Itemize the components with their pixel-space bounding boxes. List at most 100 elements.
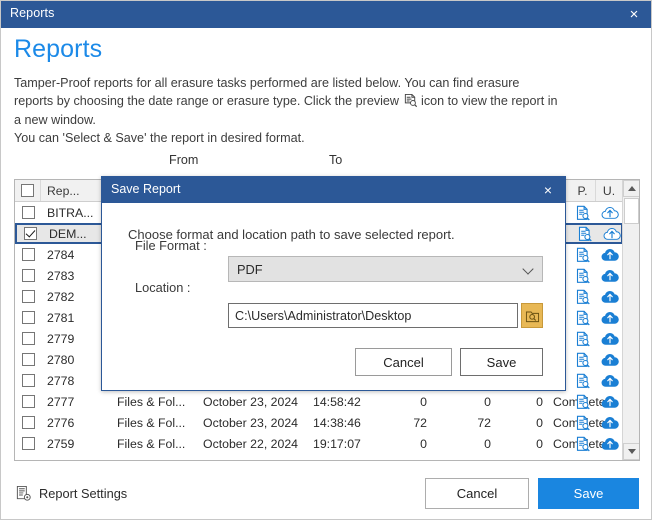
cell-p[interactable] bbox=[570, 265, 596, 286]
cell-p[interactable] bbox=[570, 349, 596, 370]
cell-type: Files & Fol... bbox=[117, 436, 186, 451]
cell-u[interactable] bbox=[596, 307, 623, 328]
report-settings-button[interactable]: Report Settings bbox=[15, 482, 127, 504]
cloud-upload-icon bbox=[601, 206, 619, 219]
cell-u[interactable] bbox=[596, 433, 623, 454]
table-header-u[interactable]: U. bbox=[596, 180, 623, 201]
cell-p[interactable] bbox=[570, 286, 596, 307]
preview-icon bbox=[576, 373, 590, 388]
cell-p[interactable] bbox=[570, 328, 596, 349]
row-checkbox[interactable] bbox=[21, 374, 35, 387]
cell-check[interactable] bbox=[15, 244, 41, 265]
to-label: To bbox=[329, 153, 343, 167]
cell-p[interactable] bbox=[572, 225, 598, 242]
cell-check[interactable] bbox=[15, 349, 41, 370]
cell-p[interactable] bbox=[570, 391, 596, 412]
row-checkbox[interactable] bbox=[21, 395, 35, 408]
preview-icon bbox=[576, 415, 590, 430]
scroll-down-button[interactable] bbox=[623, 443, 639, 460]
cloud-upload-icon bbox=[603, 227, 621, 240]
cell-u[interactable] bbox=[596, 244, 623, 265]
location-label: Location : bbox=[135, 280, 191, 295]
table-row[interactable]: 2776 Files & Fol... October 23, 2024 14:38:… bbox=[15, 412, 623, 433]
cell-check[interactable] bbox=[15, 328, 41, 349]
cell-u[interactable] bbox=[598, 225, 623, 242]
cell-p[interactable] bbox=[570, 370, 596, 391]
cell-check[interactable] bbox=[15, 412, 41, 433]
cell-p[interactable] bbox=[570, 433, 596, 454]
cell-n1: 0 bbox=[420, 394, 427, 409]
cell-p[interactable] bbox=[570, 202, 596, 223]
select-all-checkbox[interactable] bbox=[21, 184, 34, 197]
row-checkbox[interactable] bbox=[21, 353, 35, 366]
cell-u[interactable] bbox=[596, 412, 623, 433]
report-settings-label: Report Settings bbox=[39, 485, 128, 501]
from-label: From bbox=[169, 153, 199, 167]
cell-u[interactable] bbox=[596, 265, 623, 286]
report-settings-icon bbox=[16, 485, 31, 501]
cell-u[interactable] bbox=[596, 391, 623, 412]
row-checkbox[interactable] bbox=[21, 332, 35, 345]
cancel-button[interactable]: Cancel bbox=[425, 478, 529, 509]
cell-check[interactable] bbox=[15, 370, 41, 391]
row-checkbox[interactable] bbox=[23, 227, 37, 240]
arrow-down-icon bbox=[627, 449, 636, 454]
location-input[interactable]: C:\Users\Administrator\Desktop bbox=[228, 303, 518, 328]
dialog-close-button[interactable]: × bbox=[538, 180, 558, 199]
cell-u[interactable] bbox=[596, 328, 623, 349]
save-button[interactable]: Save bbox=[538, 478, 639, 509]
description-line-2b: icon to view the report in bbox=[421, 94, 558, 109]
file-format-value: PDF bbox=[237, 261, 263, 277]
cell-u[interactable] bbox=[596, 349, 623, 370]
browse-location-button[interactable] bbox=[521, 303, 543, 328]
description-line-1: Tamper-Proof reports for all erasure tas… bbox=[14, 76, 520, 90]
dialog-save-button[interactable]: Save bbox=[460, 348, 543, 376]
row-checkbox[interactable] bbox=[21, 206, 35, 219]
cell-check[interactable] bbox=[15, 307, 41, 328]
table-row[interactable]: 2759 Files & Fol... October 22, 2024 19:17:… bbox=[15, 433, 623, 454]
dialog-cancel-button[interactable]: Cancel bbox=[355, 348, 452, 376]
cell-check[interactable] bbox=[15, 286, 41, 307]
preview-icon bbox=[403, 93, 418, 108]
cell-p[interactable] bbox=[570, 412, 596, 433]
row-checkbox[interactable] bbox=[21, 269, 35, 282]
arrow-up-icon bbox=[627, 186, 636, 191]
cell-p[interactable] bbox=[570, 244, 596, 265]
table-scrollbar[interactable] bbox=[622, 180, 639, 460]
dialog-title: Save Report bbox=[111, 182, 181, 196]
table-row[interactable]: 2777 Files & Fol... October 23, 2024 14:58:… bbox=[15, 391, 623, 412]
row-checkbox[interactable] bbox=[21, 290, 35, 303]
scroll-thumb[interactable] bbox=[624, 198, 639, 224]
cloud-upload-icon bbox=[601, 395, 619, 408]
cell-p[interactable] bbox=[570, 307, 596, 328]
cell-u[interactable] bbox=[596, 370, 623, 391]
cell-u[interactable] bbox=[596, 202, 623, 223]
table-header-check[interactable] bbox=[15, 180, 41, 201]
row-checkbox[interactable] bbox=[21, 437, 35, 450]
cell-report: 2776 bbox=[47, 415, 75, 430]
scroll-up-button[interactable] bbox=[623, 180, 639, 197]
row-checkbox[interactable] bbox=[21, 416, 35, 429]
reports-window: Reports × Reports Tamper-Proof reports f… bbox=[0, 0, 652, 520]
filter-bar: From 01- Jan -21 To 07- Oct -24 All bbox=[1, 148, 651, 320]
preview-icon bbox=[576, 331, 590, 346]
description-line-4: You can 'Select & Save' the report in de… bbox=[14, 131, 305, 146]
cell-n2: 0 bbox=[484, 394, 491, 409]
cell-check[interactable] bbox=[17, 225, 43, 242]
cell-date: October 23, 2024 bbox=[203, 415, 299, 430]
window-close-button[interactable]: × bbox=[623, 4, 645, 24]
cell-check[interactable] bbox=[15, 433, 41, 454]
cloud-upload-icon bbox=[601, 437, 619, 450]
cell-check[interactable] bbox=[15, 202, 41, 223]
cell-check[interactable] bbox=[15, 265, 41, 286]
row-checkbox[interactable] bbox=[21, 248, 35, 261]
file-format-select[interactable]: PDF bbox=[228, 256, 543, 282]
table-header-p[interactable]: P. bbox=[570, 180, 596, 201]
cloud-upload-icon bbox=[601, 374, 619, 387]
save-report-dialog: Save Report × Choose format and location… bbox=[101, 176, 566, 391]
preview-icon bbox=[576, 289, 590, 304]
cell-check[interactable] bbox=[15, 391, 41, 412]
row-checkbox[interactable] bbox=[21, 311, 35, 324]
cell-n3: 0 bbox=[536, 436, 543, 451]
cell-u[interactable] bbox=[596, 286, 623, 307]
